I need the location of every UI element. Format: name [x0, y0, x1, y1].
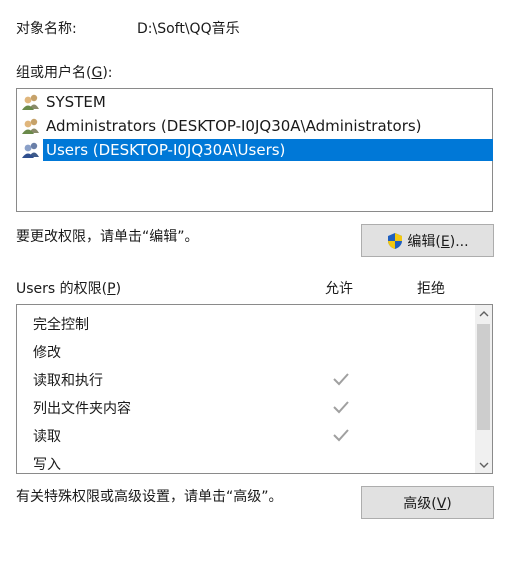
allow-column-header: 允许 [325, 281, 353, 297]
permission-row-read: 读取 [17, 421, 472, 449]
group-name: Users (DESKTOP-I0JQ30A\Users) [43, 139, 493, 161]
object-name-value: D:\Soft\QQ音乐 [137, 21, 240, 37]
permissions-scrollbar[interactable] [475, 305, 492, 473]
uac-shield-icon [388, 232, 403, 249]
group-name: SYSTEM [46, 93, 106, 111]
permissions-title: Users 的权限(P) [16, 281, 122, 297]
groups-listbox[interactable]: SYSTEM Administrators (DESKTOP-I0JQ30A\A… [16, 88, 493, 212]
permission-name: 写入 [33, 457, 61, 473]
edit-button[interactable]: 编辑(E)... [361, 224, 494, 257]
advanced-button-label: 高级(V) [403, 495, 452, 512]
group-item-users[interactable]: Users (DESKTOP-I0JQ30A\Users) [21, 139, 493, 161]
users-group-icon [22, 142, 39, 158]
group-name: Administrators (DESKTOP-I0JQ30A\Administ… [46, 117, 422, 135]
users-group-icon [22, 118, 39, 134]
permission-row-full-control: 完全控制 [17, 309, 472, 337]
allow-check-icon [333, 373, 349, 386]
group-item-system[interactable]: SYSTEM [21, 91, 493, 113]
users-group-icon [22, 94, 39, 110]
permission-row-list-folder: 列出文件夹内容 [17, 393, 472, 421]
permission-row-modify: 修改 [17, 337, 472, 365]
edit-button-label: 编辑(E)... [407, 233, 469, 250]
permission-row-read-execute: 读取和执行 [17, 365, 472, 393]
permission-name: 读取 [33, 429, 61, 445]
group-item-administrators[interactable]: Administrators (DESKTOP-I0JQ30A\Administ… [21, 115, 493, 137]
scroll-up-icon[interactable] [475, 305, 492, 322]
allow-check-icon [333, 401, 349, 414]
permission-row-write: 写入 [17, 449, 472, 473]
scrollbar-thumb[interactable] [477, 324, 490, 430]
permission-name: 读取和执行 [33, 373, 103, 389]
scroll-down-icon[interactable] [475, 456, 492, 473]
change-permissions-hint: 要更改权限，请单击“编辑”。 [16, 229, 199, 245]
permissions-list[interactable]: 完全控制 修改 读取和执行 列出文件夹内容 读取 写入 [16, 304, 493, 474]
permission-name: 完全控制 [33, 317, 89, 333]
permission-name: 列出文件夹内容 [33, 401, 131, 417]
object-name-label: 对象名称: [16, 21, 77, 37]
deny-column-header: 拒绝 [417, 281, 445, 297]
advanced-button[interactable]: 高级(V) [361, 486, 494, 519]
groups-label: 组或用户名(G): [16, 65, 113, 81]
allow-check-icon [333, 429, 349, 442]
permission-name: 修改 [33, 345, 61, 361]
advanced-hint: 有关特殊权限或高级设置，请单击“高级”。 [16, 489, 283, 505]
